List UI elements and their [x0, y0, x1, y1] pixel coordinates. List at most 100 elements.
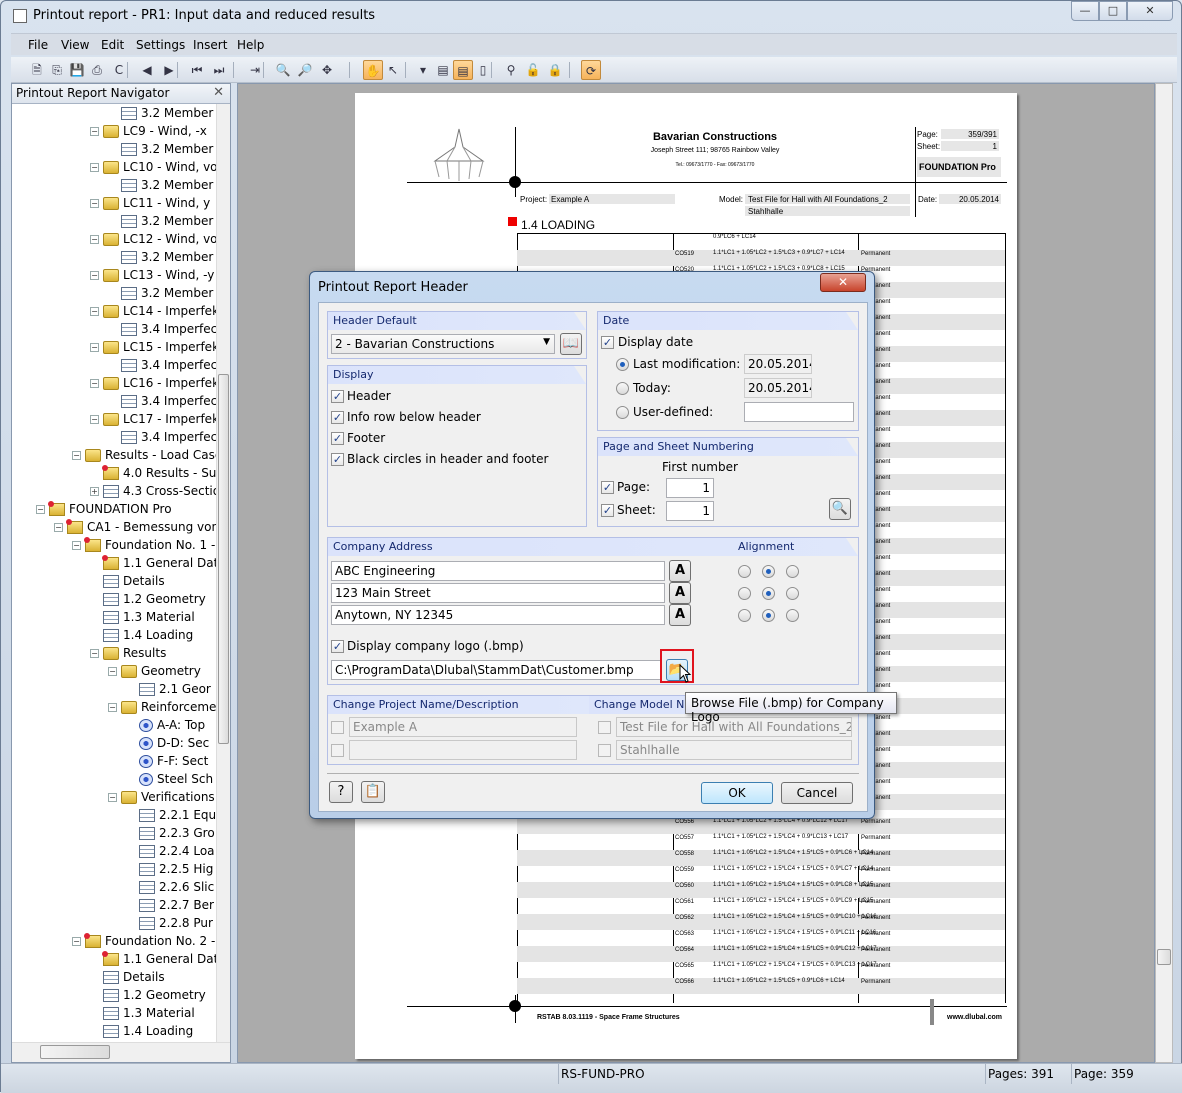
project-name-checkbox[interactable]	[331, 721, 344, 734]
tree-item[interactable]: Details	[103, 572, 165, 590]
tree-item[interactable]: 1.4 Loading	[103, 626, 193, 644]
project-description-checkbox[interactable]	[331, 744, 344, 757]
maximize-button[interactable]: □	[1099, 1, 1127, 21]
collapse-icon[interactable]: −	[108, 793, 117, 802]
collapse-icon[interactable]: −	[72, 937, 81, 946]
tree-item[interactable]: − LC15 - Imperfektion	[90, 338, 216, 356]
print-button[interactable]: ⎙	[87, 60, 107, 80]
tree-item[interactable]: 1.1 General Data	[102, 950, 216, 968]
next-page-button[interactable]: ▶	[159, 60, 179, 80]
collapse-icon[interactable]: −	[36, 505, 45, 514]
model-name-input[interactable]: Test File for Hall with All Foundations_…	[616, 717, 852, 737]
tree-item[interactable]: − LC17 - Imperfektion	[90, 410, 216, 428]
tree-item[interactable]: 3.4 Imperfection	[121, 428, 216, 446]
menu-view[interactable]: View	[61, 38, 89, 52]
tree-item[interactable]: +4.3 Cross-Sections -	[90, 482, 216, 500]
project-name-input[interactable]: Example A	[349, 717, 577, 737]
tree-item[interactable]: 1.2 Geometry	[103, 986, 206, 1004]
close-button[interactable]: ✕	[1127, 1, 1173, 21]
page-first-number-input[interactable]: 1	[666, 478, 714, 498]
align-right-radio[interactable]	[786, 587, 799, 600]
menu-file[interactable]: File	[28, 38, 48, 52]
lock-button[interactable]: 🔒	[545, 60, 565, 80]
tree-item[interactable]: 2.2.5 Hig	[139, 860, 213, 878]
tree-item[interactable]: − Reinforceme	[108, 698, 216, 716]
collapse-icon[interactable]: −	[90, 163, 99, 172]
tree-item[interactable]: Steel Sch	[139, 770, 213, 788]
align-right-radio[interactable]	[786, 565, 799, 578]
numbering-preview-button[interactable]: 🔍	[829, 498, 851, 520]
collapse-icon[interactable]: −	[90, 307, 99, 316]
display-option-checkbox[interactable]: ✓	[331, 390, 344, 403]
tree-item[interactable]: 2.2.7 Ber	[139, 896, 214, 914]
align-right-radio[interactable]	[786, 609, 799, 622]
expand-icon[interactable]: +	[90, 487, 99, 496]
link-button[interactable]: ⚲	[501, 60, 521, 80]
ok-button[interactable]: OK	[701, 782, 773, 804]
tree-item[interactable]: 2.2.1 Equ	[139, 806, 216, 824]
new-report-button[interactable]: 🗎	[27, 60, 47, 80]
menu-settings[interactable]: Settings	[136, 38, 185, 52]
model-description-checkbox[interactable]	[598, 744, 611, 757]
model-description-input[interactable]: Stahlhalle	[616, 740, 852, 760]
tree-item[interactable]: 1.3 Material	[103, 1004, 195, 1022]
cancel-button[interactable]: Cancel	[781, 782, 853, 804]
tree-item[interactable]: − Results	[90, 644, 166, 662]
last-page-button[interactable]: ⏭	[209, 60, 229, 80]
first-page-button[interactable]: ⏮	[187, 60, 207, 80]
navigator-vscroll-thumb[interactable]	[218, 374, 229, 744]
navigator-vertical-scrollbar[interactable]	[216, 104, 230, 1042]
tree-item[interactable]: A-A: Top	[139, 716, 205, 734]
hand-tool-button[interactable]: ✋	[363, 60, 383, 80]
dialog-close-button[interactable]: ✕	[820, 273, 866, 292]
filter-page-button[interactable]: ▾	[413, 60, 433, 80]
font-settings-button[interactable]: A	[669, 582, 691, 604]
tree-item[interactable]: − LC13 - Wind, -y	[90, 266, 214, 284]
zoom-out-button[interactable]: 🔎	[295, 60, 315, 80]
today-radio[interactable]	[616, 382, 629, 395]
menu-help[interactable]: Help	[237, 38, 264, 52]
open-button[interactable]: ⎘	[47, 60, 67, 80]
tree-item[interactable]: 2.1 Geor	[139, 680, 211, 698]
tree-item[interactable]: 4.0 Results - Summ	[102, 464, 216, 482]
tree-item[interactable]: 3.2 Member Loa	[121, 212, 216, 230]
display-logo-checkbox[interactable]: ✓	[331, 640, 344, 653]
previous-page-button[interactable]: ◀	[137, 60, 157, 80]
zoom-fit-button[interactable]: ✥	[317, 60, 337, 80]
tree-item[interactable]: 1.4 Loading	[103, 1022, 193, 1040]
align-left-radio[interactable]	[738, 565, 751, 578]
last-modification-radio[interactable]	[616, 358, 629, 371]
navigator-hscroll-thumb[interactable]	[40, 1045, 110, 1059]
collapse-icon[interactable]: −	[108, 667, 117, 676]
tree-item[interactable]: − Foundation No. 2 -	[72, 932, 215, 950]
tree-item[interactable]: 2.2.4 Loa	[139, 842, 215, 860]
tree-item[interactable]: 3.2 Member Loa	[121, 248, 216, 266]
select-tool-button[interactable]: ↖	[383, 60, 403, 80]
tree-item[interactable]: − FOUNDATION Pro	[36, 500, 172, 518]
user-defined-radio[interactable]	[616, 406, 629, 419]
collapse-icon[interactable]: −	[90, 343, 99, 352]
header-library-button[interactable]: 📖	[560, 333, 582, 355]
sheet-first-number-input[interactable]: 1	[666, 501, 714, 521]
tree-item[interactable]: − Verifications	[108, 788, 215, 806]
zoom-in-button[interactable]: 🔍	[273, 60, 293, 80]
display-option-checkbox[interactable]: ✓	[331, 453, 344, 466]
tree-item[interactable]: − LC11 - Wind, y	[90, 194, 210, 212]
minimize-button[interactable]: —	[1071, 1, 1099, 21]
blank-page-button[interactable]: ▯	[473, 60, 493, 80]
tree-item[interactable]: 1.2 Geometry	[103, 590, 206, 608]
collapse-icon[interactable]: −	[54, 523, 63, 532]
menu-edit[interactable]: Edit	[101, 38, 124, 52]
logo-path-input[interactable]: C:\ProgramData\Dlubal\StammDat\Customer.…	[331, 660, 661, 680]
tree-item[interactable]: − LC12 - Wind, voll al	[90, 230, 216, 248]
user-defined-date-input[interactable]	[744, 402, 854, 422]
font-settings-button[interactable]: A	[669, 560, 691, 582]
tree-item[interactable]: 2.2.3 Gro	[139, 824, 215, 842]
tree-item[interactable]: 1.1 General Data	[102, 554, 216, 572]
viewer-scroll-thumb[interactable]	[1157, 949, 1171, 965]
align-center-radio[interactable]	[762, 609, 775, 622]
collapse-icon[interactable]: −	[90, 415, 99, 424]
collapse-icon[interactable]: −	[90, 271, 99, 280]
tree-item[interactable]: − Foundation No. 1 -	[72, 536, 215, 554]
menu-insert[interactable]: Insert	[193, 38, 227, 52]
